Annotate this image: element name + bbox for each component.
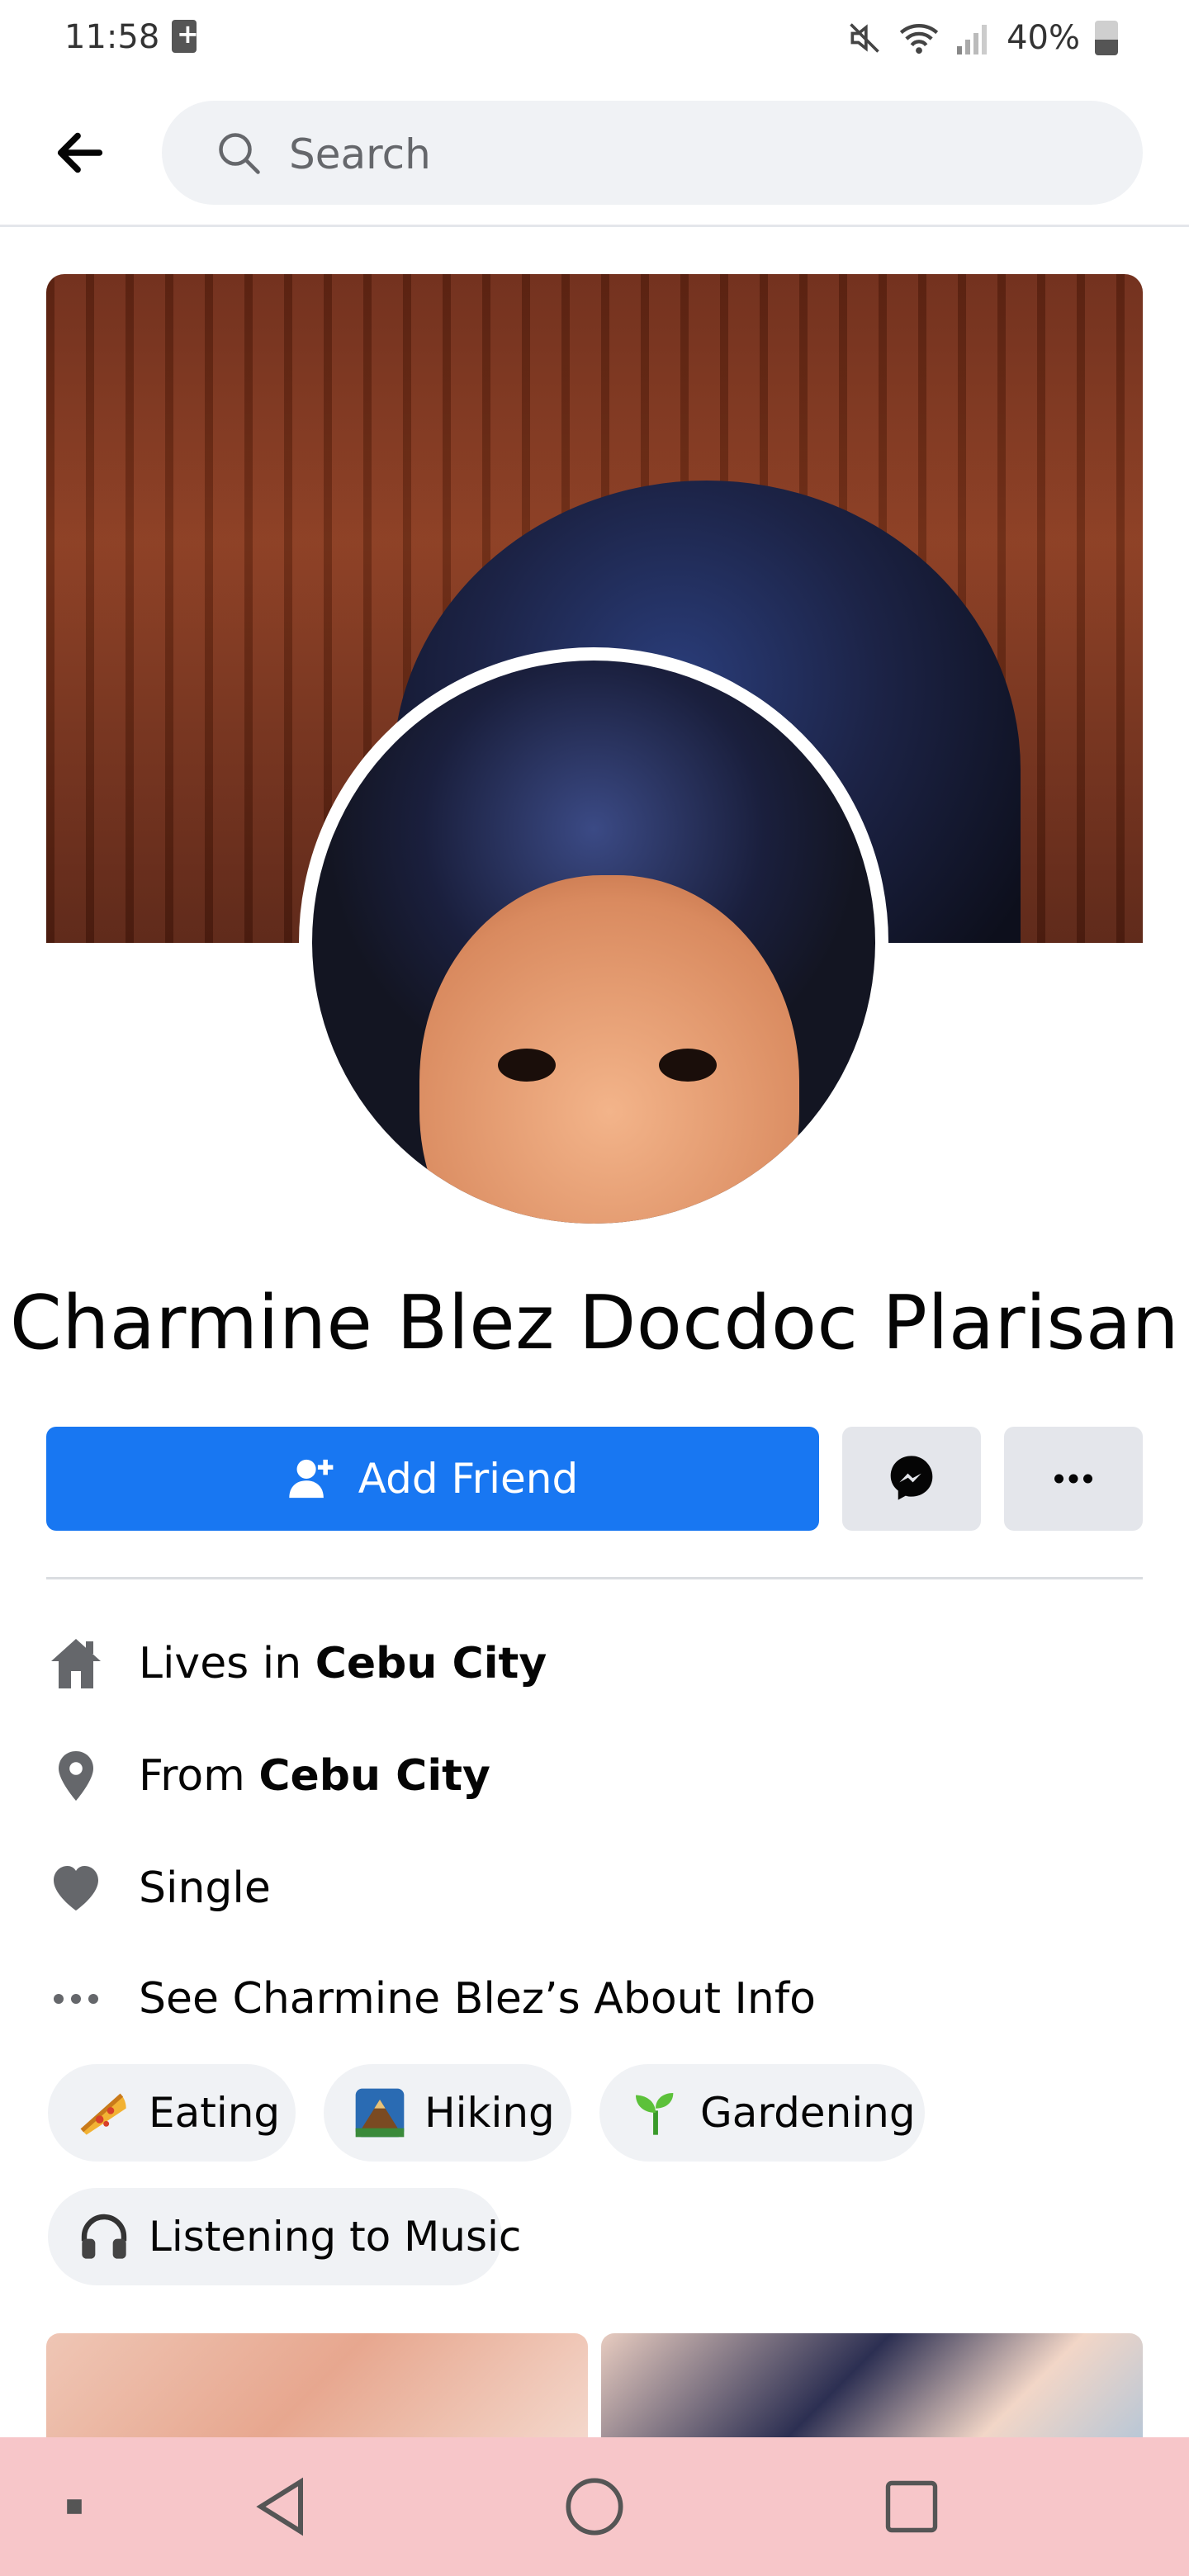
nav-recents-button[interactable] — [870, 2437, 953, 2576]
profile-name: Charmine Blez Docdoc Plarisan — [9, 1280, 1180, 1366]
nav-dot-button[interactable] — [50, 2437, 99, 2576]
hobby-chip-listening-to-music[interactable]: Listening to Music — [48, 2188, 521, 2285]
from-prefix: From — [139, 1751, 245, 1801]
relationship-status: Single — [139, 1863, 271, 1913]
hobby-chip-gardening[interactable]: Gardening — [599, 2064, 925, 2162]
square-recents-icon — [885, 2480, 938, 2533]
wifi-icon — [899, 24, 939, 54]
battery-icon — [1095, 21, 1118, 55]
featured-photo[interactable] — [46, 2333, 588, 2437]
info-relationship: Single — [46, 1851, 1143, 1925]
lives-in-prefix: Lives in — [139, 1639, 302, 1688]
battery-percentage: 40% — [1007, 19, 1080, 57]
lives-in-place[interactable]: Cebu City — [315, 1639, 547, 1688]
hobby-label: Eating — [149, 2089, 281, 2137]
headphones-icon — [78, 2209, 130, 2264]
profile-picture[interactable] — [299, 647, 888, 1237]
more-dots-icon — [1054, 1474, 1092, 1484]
hobby-chip-hiking[interactable]: Hiking — [324, 2064, 571, 2162]
circle-home-icon — [566, 2478, 623, 2536]
back-button[interactable] — [51, 124, 109, 182]
hobby-label: Hiking — [424, 2089, 555, 2137]
sprout-icon — [629, 2086, 682, 2140]
about-info-label: See Charmine Blez’s About Info — [139, 1974, 816, 2024]
top-bar: Search — [0, 76, 1189, 227]
battery-saver-icon — [172, 18, 199, 53]
featured-photo[interactable] — [601, 2333, 1143, 2437]
search-bar[interactable]: Search — [162, 101, 1143, 205]
about-info-link[interactable]: See Charmine Blez’s About Info — [46, 1962, 1143, 2036]
divider — [46, 1577, 1143, 1579]
messenger-button[interactable] — [842, 1427, 981, 1531]
ellipsis-icon — [46, 1969, 106, 2029]
status-bar: 11:58 40% — [0, 0, 1189, 76]
search-placeholder: Search — [289, 130, 431, 178]
mountain-icon — [353, 2086, 406, 2140]
info-from: From Cebu City — [46, 1739, 1143, 1813]
location-pin-icon — [46, 1746, 106, 1806]
more-options-button[interactable] — [1004, 1427, 1143, 1531]
nav-back-button[interactable] — [239, 2437, 322, 2576]
home-icon — [46, 1634, 106, 1693]
add-friend-button[interactable]: Add Friend — [46, 1427, 819, 1531]
add-person-icon — [289, 1459, 334, 1499]
add-friend-label: Add Friend — [358, 1455, 579, 1503]
from-place[interactable]: Cebu City — [258, 1751, 490, 1801]
hobby-label: Listening to Music — [149, 2213, 522, 2261]
signal-icon — [957, 25, 988, 54]
heart-icon — [46, 1859, 106, 1918]
info-lives-in: Lives in Cebu City — [46, 1627, 1143, 1701]
mute-icon — [850, 23, 879, 53]
system-nav-bar — [0, 2437, 1189, 2576]
search-icon — [219, 133, 260, 174]
pizza-icon — [78, 2086, 130, 2140]
back-arrow-icon — [57, 132, 103, 173]
messenger-icon — [890, 1456, 933, 1500]
hobby-chip-eating[interactable]: Eating — [48, 2064, 296, 2162]
dot-icon — [67, 2499, 82, 2514]
hobby-label: Gardening — [700, 2089, 916, 2137]
status-time: 11:58 — [64, 18, 160, 56]
nav-home-button[interactable] — [553, 2437, 636, 2576]
triangle-back-icon — [256, 2477, 303, 2536]
